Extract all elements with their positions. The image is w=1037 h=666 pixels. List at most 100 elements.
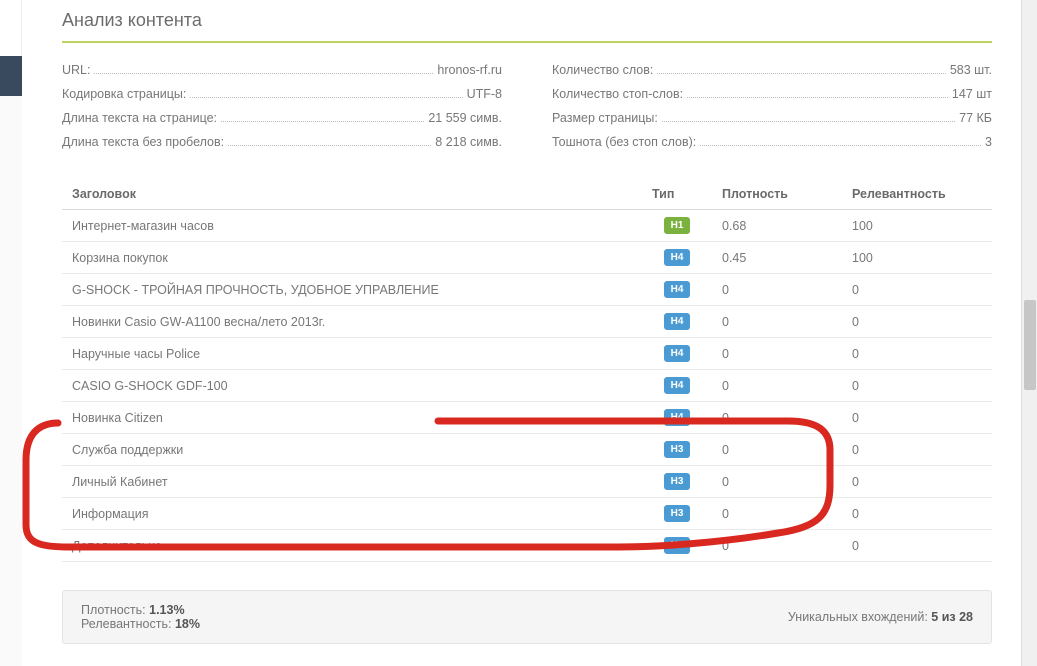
table-header-row: Заголовок Тип Плотность Релевантность: [62, 179, 992, 210]
meta-dots: [228, 145, 431, 146]
cell-title: CASIO G-SHOCK GDF-100: [62, 370, 642, 402]
scrollbar-thumb[interactable]: [1024, 300, 1036, 390]
meta-value: 147 шт: [952, 87, 992, 101]
meta-row: Количество стоп-слов: 147 шт: [552, 87, 992, 101]
left-gutter-active: [0, 56, 22, 96]
cell-title: Интернет-магазин часов: [62, 210, 642, 242]
cell-relevance: 0: [842, 370, 992, 402]
left-gutter: [0, 0, 22, 666]
cell-relevance: 0: [842, 402, 992, 434]
cell-type: H4: [642, 338, 712, 370]
summary-density-value: 1.13%: [149, 603, 184, 617]
meta-col-right: Количество слов: 583 шт. Количество стоп-с…: [552, 63, 992, 159]
table-row: CASIO G-SHOCK GDF-100H400: [62, 370, 992, 402]
table-row: Наручные часы PoliceH400: [62, 338, 992, 370]
summary-relevance-label: Релевантность:: [81, 617, 171, 631]
cell-type: H4: [642, 370, 712, 402]
cell-title: G-SHOCK - ТРОЙНАЯ ПРОЧНОСТЬ, УДОБНОЕ УПР…: [62, 274, 642, 306]
meta-label: URL:: [62, 63, 90, 77]
cell-relevance: 0: [842, 434, 992, 466]
vertical-scrollbar[interactable]: [1021, 0, 1037, 666]
cell-relevance: 0: [842, 274, 992, 306]
heading-type-badge: H3: [664, 505, 690, 522]
heading-type-badge: H1: [664, 217, 690, 234]
meta-label: Длина текста без пробелов:: [62, 135, 224, 149]
meta-value: 3: [985, 135, 992, 149]
meta-label: Тошнота (без стоп слов):: [552, 135, 696, 149]
cell-type: H4: [642, 402, 712, 434]
cell-density: 0: [712, 306, 842, 338]
cell-density: 0: [712, 530, 842, 562]
cell-density: 0.68: [712, 210, 842, 242]
heading-type-badge: H3: [664, 473, 690, 490]
cell-title: Наручные часы Police: [62, 338, 642, 370]
meta-label: Количество слов:: [552, 63, 653, 77]
cell-title: Новинки Casio GW-A1100 весна/лето 2013г.: [62, 306, 642, 338]
cell-title: Дополнительно: [62, 530, 642, 562]
meta-label: Кодировка страницы:: [62, 87, 186, 101]
summary-unique-label: Уникальных вхождений:: [788, 610, 928, 624]
meta-dots: [221, 121, 424, 122]
table-row: Личный КабинетH300: [62, 466, 992, 498]
meta-dots: [700, 145, 981, 146]
summary-right: Уникальных вхождений: 5 из 28: [788, 610, 973, 624]
summary-density-label: Плотность:: [81, 603, 146, 617]
meta-label: Размер страницы:: [552, 111, 658, 125]
heading-type-badge: H4: [664, 313, 690, 330]
meta-grid: URL: hronos-rf.ru Кодировка страницы: UTF-8…: [62, 63, 992, 159]
meta-value: 8 218 симв.: [435, 135, 502, 149]
meta-row: Размер страницы: 77 КБ: [552, 111, 992, 125]
table-row: Информация H3 00: [62, 498, 992, 530]
table-body: Интернет-магазин часов H1 0.68100 Корзина п…: [62, 210, 992, 562]
meta-row: Длина текста на странице:21 559 симв.: [62, 111, 502, 125]
cell-relevance: 0: [842, 498, 992, 530]
meta-label: Длина текста на странице:: [62, 111, 217, 125]
meta-row: Длина текста без пробелов: 8 218 симв.: [62, 135, 502, 149]
meta-label: Количество стоп-слов:: [552, 87, 683, 101]
heading-type-badge: H4: [664, 281, 690, 298]
cell-type: H3: [642, 530, 712, 562]
meta-row: Тошнота (без стоп слов): 3: [552, 135, 992, 149]
meta-value: 583 шт.: [950, 63, 992, 77]
meta-value: UTF-8: [467, 87, 502, 101]
col-header-type: Тип: [642, 179, 712, 210]
cell-title: Личный Кабинет: [62, 466, 642, 498]
summary-box: Плотность: 1.13% Релевантность: 18% Уник…: [62, 590, 992, 644]
cell-density: 0: [712, 274, 842, 306]
main-content: Анализ контента URL:hronos-rf.ruКодировк…: [62, 10, 992, 644]
summary-left: Плотность: 1.13% Релевантность: 18%: [81, 603, 200, 631]
meta-col-left: URL: hronos-rf.ru Кодировка страницы: UTF-8…: [62, 63, 502, 159]
table-row: G-SHOCK - ТРОЙНАЯ ПРОЧНОСТЬ, УДОБНОЕ УПР…: [62, 274, 992, 306]
table-row: Интернет-магазин часовH10.68100: [62, 210, 992, 242]
cell-density: 0: [712, 370, 842, 402]
cell-type: H4: [642, 242, 712, 274]
cell-density: 0: [712, 498, 842, 530]
table-row: Новинки Casio GW-A1100 весна/лето 2013г.…: [62, 306, 992, 338]
cell-relevance: 100: [842, 242, 992, 274]
cell-title: Корзина покупок: [62, 242, 642, 274]
heading-type-badge: H3: [664, 441, 690, 458]
meta-value: hronos-rf.ru: [437, 63, 502, 77]
meta-row: Кодировка страницы: UTF-8: [62, 87, 502, 101]
meta-dots: [657, 73, 945, 74]
cell-type: H3: [642, 498, 712, 530]
meta-row: URL: hronos-rf.ru: [62, 63, 502, 77]
meta-value: 77 КБ: [959, 111, 992, 125]
heading-type-badge: H4: [664, 345, 690, 362]
cell-type: H4: [642, 306, 712, 338]
meta-dots: [190, 97, 462, 98]
cell-title: Служба поддержки: [62, 434, 642, 466]
table-row: ДополнительноH300: [62, 530, 992, 562]
left-gutter-light: [0, 0, 22, 56]
heading-type-badge: H4: [664, 249, 690, 266]
col-header-relevance: Релевантность: [842, 179, 992, 210]
cell-relevance: 0: [842, 306, 992, 338]
col-header-title: Заголовок: [62, 179, 642, 210]
cell-density: 0: [712, 338, 842, 370]
cell-density: 0.45: [712, 242, 842, 274]
summary-relevance-value: 18%: [175, 617, 200, 631]
cell-density: 0: [712, 434, 842, 466]
summary-unique-value: 5 из 28: [931, 610, 973, 624]
cell-type: H4: [642, 274, 712, 306]
cell-title: Информация: [62, 498, 642, 530]
